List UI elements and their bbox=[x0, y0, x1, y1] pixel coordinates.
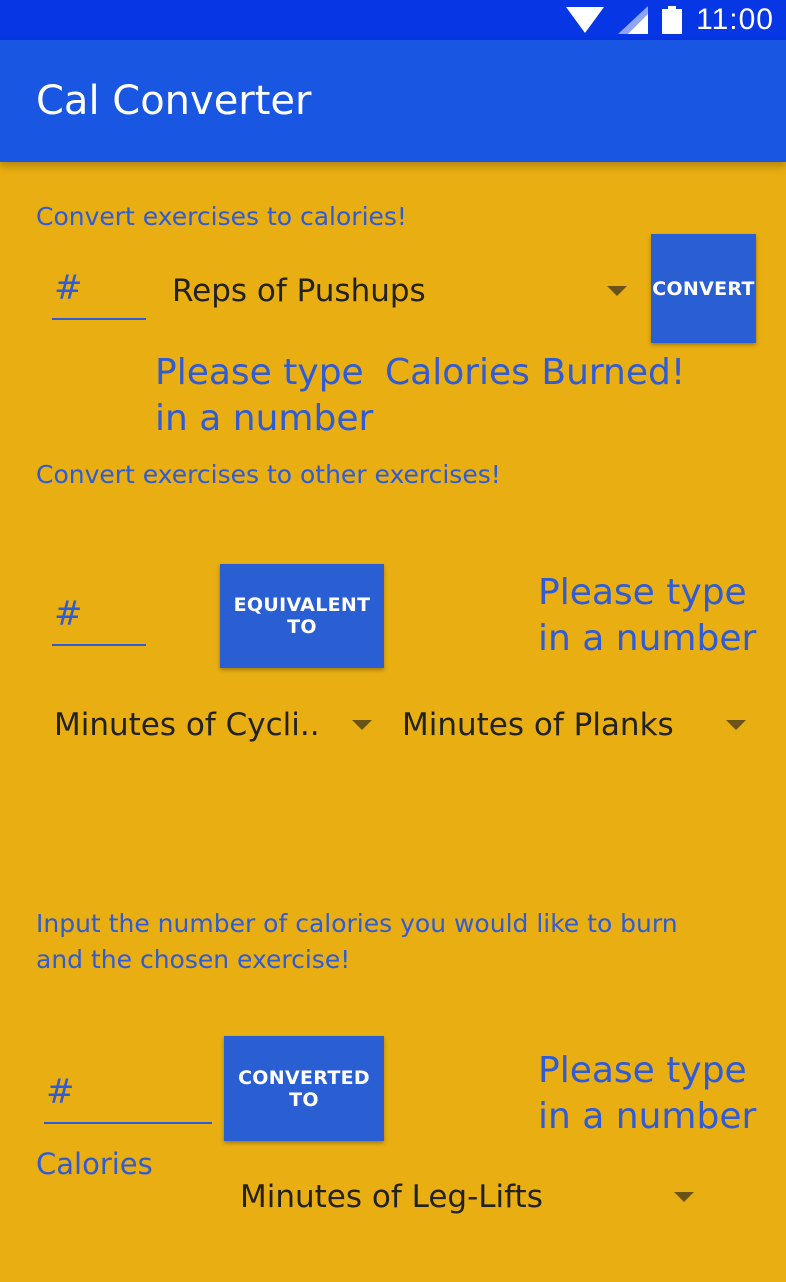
convert-button[interactable]: CONVERT bbox=[651, 234, 756, 343]
exercise-count-input[interactable] bbox=[52, 268, 146, 320]
section2-result-line1: Please type bbox=[538, 572, 747, 613]
section3-label-line1: Input the number of calories you would l… bbox=[36, 909, 678, 938]
exercise-dropdown[interactable]: Reps of Pushups bbox=[172, 268, 627, 314]
to-exercise-dropdown[interactable]: Minutes of Planks bbox=[402, 702, 746, 748]
section2-result: Please type in a number bbox=[538, 570, 756, 662]
chevron-down-icon bbox=[352, 720, 372, 730]
section2-label: Convert exercises to other exercises! bbox=[36, 460, 501, 489]
signal-icon bbox=[618, 6, 649, 34]
wifi-icon bbox=[566, 7, 605, 33]
app-title: Cal Converter bbox=[36, 78, 312, 124]
section3-label: Input the number of calories you would l… bbox=[36, 906, 678, 978]
from-exercise-dropdown[interactable]: Minutes of Cycli.. bbox=[54, 702, 372, 748]
section1-result: Please type in a number bbox=[155, 350, 373, 442]
calories-input[interactable] bbox=[44, 1072, 212, 1124]
section3-result-line2: in a number bbox=[538, 1096, 757, 1137]
battery-icon bbox=[662, 6, 683, 34]
calories-burned-label: Calories Burned! bbox=[385, 352, 686, 393]
to-exercise-dropdown-value: Minutes of Planks bbox=[402, 707, 674, 743]
from-exercise-dropdown-value: Minutes of Cycli.. bbox=[54, 707, 320, 743]
chevron-down-icon bbox=[674, 1192, 694, 1202]
chevron-down-icon bbox=[607, 286, 627, 296]
chevron-down-icon bbox=[726, 720, 746, 730]
status-bar: 11:00 bbox=[0, 0, 786, 40]
status-time: 11:00 bbox=[696, 3, 774, 36]
section3-result: Please type in a number bbox=[538, 1048, 756, 1140]
exercise-dropdown-value: Reps of Pushups bbox=[172, 273, 426, 309]
section3-result-line1: Please type bbox=[538, 1050, 747, 1091]
converted-to-button[interactable]: CONVERTED TO bbox=[224, 1036, 384, 1141]
section2-result-line2: in a number bbox=[538, 618, 757, 659]
section1-result-line1: Please type bbox=[155, 352, 364, 393]
section3-label-line2: and the chosen exercise! bbox=[36, 945, 351, 974]
calories-unit-label: Calories bbox=[36, 1147, 153, 1181]
equivalent-to-button[interactable]: EQUIVALENT TO bbox=[220, 564, 384, 668]
target-exercise-dropdown-value: Minutes of Leg-Lifts bbox=[240, 1179, 543, 1215]
exercise-amount-input[interactable] bbox=[52, 594, 146, 646]
section1-result-line2: in a number bbox=[155, 398, 374, 439]
status-icons: 11:00 bbox=[566, 0, 774, 40]
section1-label: Convert exercises to calories! bbox=[36, 202, 407, 231]
target-exercise-dropdown[interactable]: Minutes of Leg-Lifts bbox=[240, 1174, 694, 1220]
